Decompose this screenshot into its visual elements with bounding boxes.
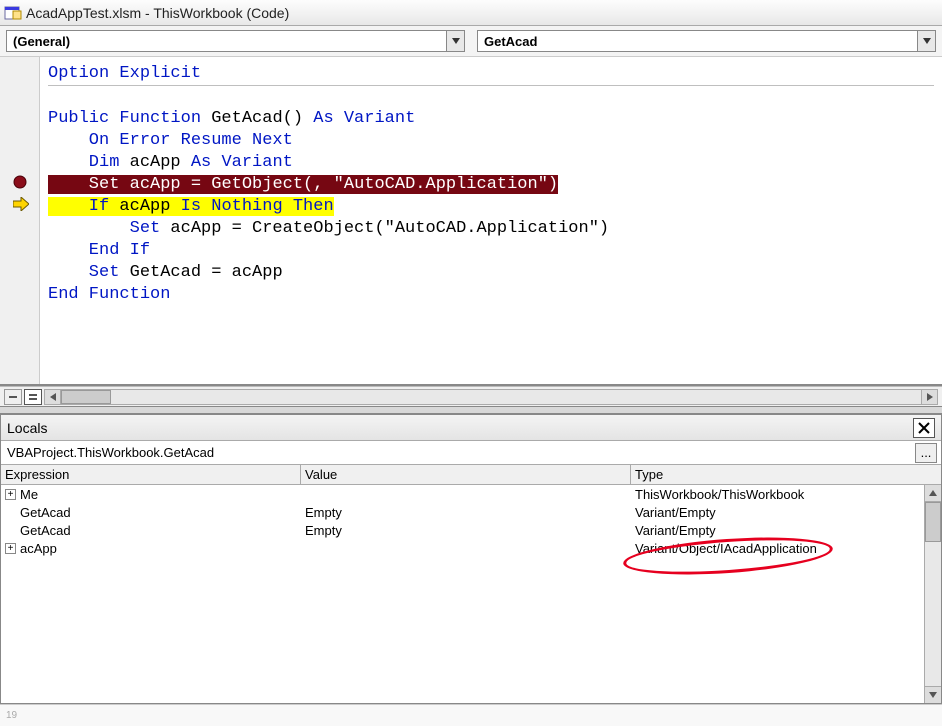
breakpoint-line: Set acApp = GetObject(, "AutoCAD.Applica… — [48, 175, 558, 194]
code-token: As Variant — [313, 109, 415, 128]
scroll-left-button[interactable] — [45, 390, 61, 404]
code-dropdown-row: (General) GetAcad — [0, 26, 942, 57]
object-dropdown[interactable]: (General) — [6, 30, 465, 52]
procedure-separator — [48, 85, 934, 86]
code-token: Dim — [48, 153, 119, 172]
current-line: If acApp Is Nothing Then — [48, 197, 334, 216]
column-header-value[interactable]: Value — [301, 465, 631, 484]
code-token: Set — [48, 219, 160, 238]
scroll-thumb[interactable] — [61, 390, 111, 404]
code-token: acApp = CreateObject( — [160, 219, 384, 238]
dropdown-arrow-icon — [917, 31, 935, 51]
code-token: End Function — [48, 285, 170, 304]
code-token: acApp — [119, 153, 190, 172]
horizontal-scrollbar[interactable] — [44, 389, 938, 405]
value-cell: Empty — [301, 504, 631, 521]
procedure-view-button[interactable] — [4, 389, 22, 405]
type-cell: ThisWorkbook/ThisWorkbook — [631, 486, 941, 503]
code-area: Option Explicit Public Function GetAcad(… — [0, 57, 942, 386]
call-stack-button[interactable]: ... — [915, 443, 937, 463]
expr-cell: GetAcad — [20, 523, 71, 538]
code-token: "AutoCAD.Application" — [385, 219, 599, 238]
locals-title: Locals — [7, 420, 47, 436]
window-title: AcadAppTest.xlsm - ThisWorkbook (Code) — [26, 5, 289, 21]
type-cell: Variant/Object/IAcadApplication — [631, 540, 941, 557]
type-cell: Variant/Empty — [631, 522, 941, 539]
scroll-down-button[interactable] — [925, 686, 941, 703]
full-module-view-button[interactable] — [24, 389, 42, 405]
locals-header: Locals — [1, 415, 941, 441]
margin-gutter[interactable] — [0, 57, 40, 384]
locals-row[interactable]: + Me ThisWorkbook/ThisWorkbook — [1, 485, 941, 503]
expander-icon[interactable]: + — [5, 543, 16, 554]
code-token: GetAcad() — [201, 109, 313, 128]
procedure-dropdown[interactable]: GetAcad — [477, 30, 936, 52]
scroll-up-button[interactable] — [925, 485, 941, 502]
column-header-type[interactable]: Type — [631, 465, 941, 484]
vba-code-icon — [4, 5, 22, 21]
close-button[interactable] — [913, 418, 935, 438]
pane-splitter[interactable] — [0, 406, 942, 414]
code-token: End If — [48, 241, 150, 260]
locals-body[interactable]: + Me ThisWorkbook/ThisWorkbook GetAcad Empty… — [1, 485, 941, 703]
expr-cell: acApp — [20, 541, 57, 556]
code-token: GetAcad = acApp — [119, 263, 282, 282]
scroll-thumb[interactable] — [925, 502, 941, 542]
value-cell: Empty — [301, 522, 631, 539]
locals-row[interactable]: + acApp Variant/Object/IAcadApplication — [1, 539, 941, 557]
procedure-dropdown-value: GetAcad — [478, 34, 917, 49]
expr-cell: Me — [20, 487, 38, 502]
code-window-titlebar: AcadAppTest.xlsm - ThisWorkbook (Code) — [0, 0, 942, 26]
current-line-arrow-icon — [13, 197, 27, 211]
code-editor[interactable]: Option Explicit Public Function GetAcad(… — [40, 57, 942, 384]
code-token: ) — [599, 219, 609, 238]
type-cell: Variant/Empty — [631, 504, 941, 521]
close-icon — [918, 422, 930, 434]
locals-row[interactable]: GetAcad EmptyVariant/Empty — [1, 503, 941, 521]
code-line: Option Explicit — [48, 64, 201, 83]
row-number-hint: 19 — [6, 710, 17, 721]
code-token: Set — [48, 263, 119, 282]
expander-icon[interactable]: + — [5, 489, 16, 500]
vertical-scrollbar[interactable] — [924, 485, 941, 703]
worksheet-tab-strip: 19 — [0, 704, 942, 726]
code-view-controls — [0, 386, 942, 406]
locals-context-row: VBAProject.ThisWorkbook.GetAcad ... — [1, 441, 941, 465]
scroll-right-button[interactable] — [921, 390, 937, 404]
value-cell — [301, 493, 631, 495]
locals-context: VBAProject.ThisWorkbook.GetAcad — [7, 445, 915, 460]
locals-row[interactable]: GetAcad EmptyVariant/Empty — [1, 521, 941, 539]
code-token: On Error Resume Next — [48, 131, 293, 150]
locals-column-headers: Expression Value Type — [1, 465, 941, 485]
column-header-expression[interactable]: Expression — [1, 465, 301, 484]
object-dropdown-value: (General) — [7, 34, 446, 49]
breakpoint-icon[interactable] — [13, 175, 27, 189]
locals-panel: Locals VBAProject.ThisWorkbook.GetAcad .… — [0, 414, 942, 704]
code-token: As Variant — [191, 153, 293, 172]
dropdown-arrow-icon — [446, 31, 464, 51]
value-cell — [301, 547, 631, 549]
code-token: Public Function — [48, 109, 201, 128]
expr-cell: GetAcad — [20, 505, 71, 520]
